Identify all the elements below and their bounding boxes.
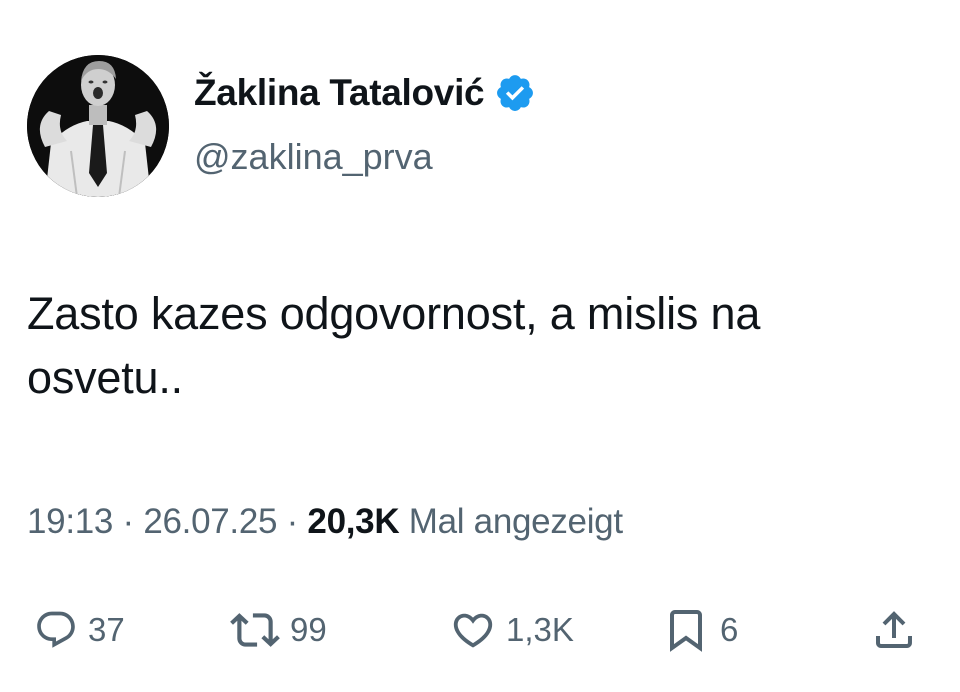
like-count: 1,3K: [506, 611, 574, 648]
verified-badge-icon[interactable]: [494, 72, 536, 114]
tweet-card: Žaklina Tatalović @zaklina_prva Zasto ka…: [0, 0, 960, 692]
avatar-photo: [27, 55, 169, 197]
tweet-meta: 19:13 · 26.07.25 · 20,3K Mal angezeigt: [27, 502, 623, 542]
views-label: Mal angezeigt: [408, 502, 623, 541]
bookmark-icon: [662, 606, 710, 654]
tweet-date[interactable]: 26.07.25: [143, 502, 277, 541]
meta-separator: ·: [122, 502, 135, 541]
retweet-icon: [230, 605, 280, 655]
like-button[interactable]: 1,3K: [450, 598, 574, 662]
bookmark-button[interactable]: 6: [662, 598, 738, 662]
reply-icon: [34, 608, 78, 652]
avatar[interactable]: [27, 55, 169, 197]
author-name-row: Žaklina Tatalović: [194, 72, 536, 114]
author-display-name[interactable]: Žaklina Tatalović: [194, 72, 485, 114]
heart-icon: [450, 607, 496, 653]
tweet-time[interactable]: 19:13: [27, 502, 113, 541]
action-bar: 37 99 1,3K 6: [0, 598, 960, 662]
retweet-count: 99: [290, 611, 327, 648]
tweet-text: Zasto kazes odgovornost, a mislis na osv…: [27, 288, 761, 403]
views-count: 20,3K: [307, 502, 400, 541]
reply-count: 37: [88, 611, 125, 648]
retweet-button[interactable]: 99: [230, 598, 327, 662]
reply-button[interactable]: 37: [34, 598, 125, 662]
share-icon: [870, 606, 918, 654]
author-handle[interactable]: @zaklina_prva: [194, 136, 433, 178]
bookmark-count: 6: [720, 611, 739, 648]
share-button[interactable]: [870, 598, 918, 662]
meta-separator: ·: [286, 502, 299, 541]
